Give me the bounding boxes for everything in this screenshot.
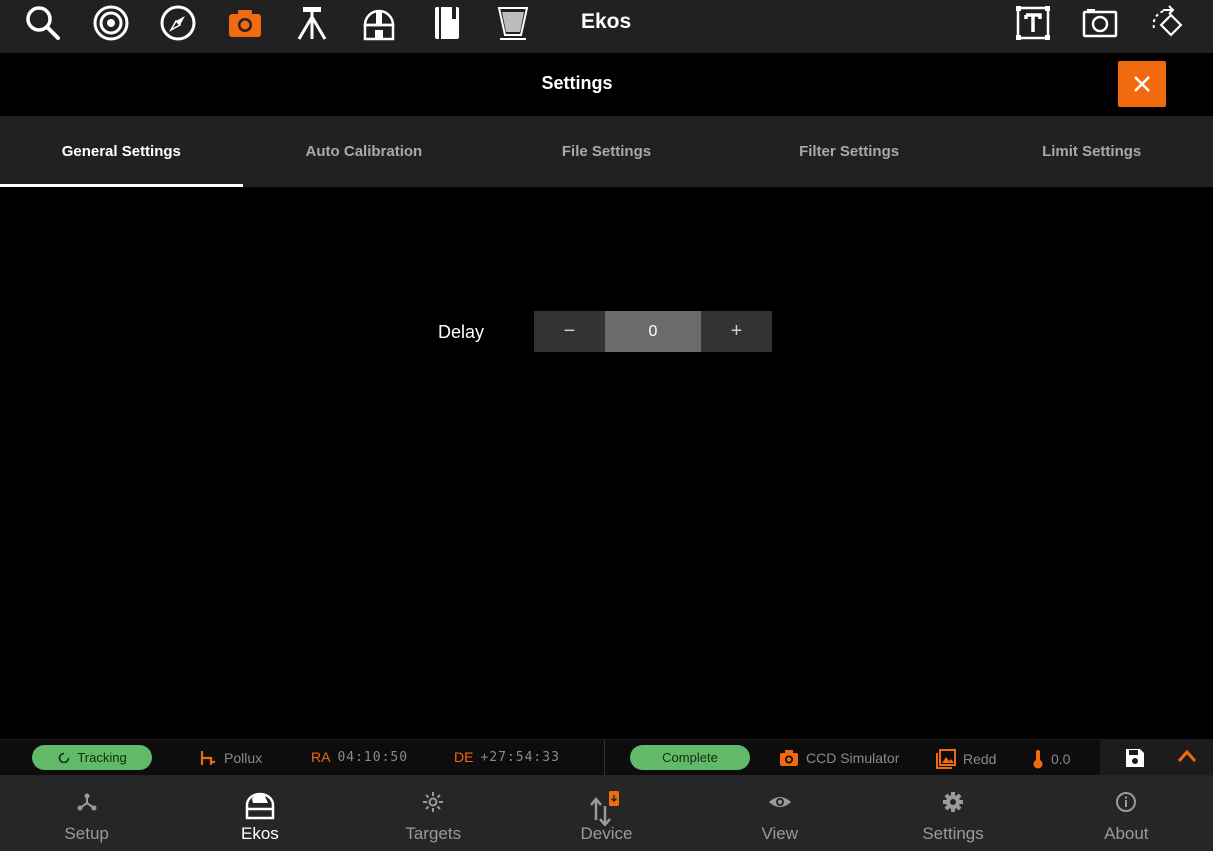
- nav-item-settings[interactable]: Settings: [866, 775, 1039, 851]
- nav-label-device: Device: [580, 824, 633, 843]
- target-name: Pollux: [224, 750, 263, 766]
- top-toolbar: Ekos: [0, 0, 1213, 53]
- nav-item-ekos[interactable]: Ekos: [173, 775, 346, 851]
- search-icon[interactable]: [24, 4, 62, 42]
- nav-item-view[interactable]: View: [693, 775, 866, 851]
- delay-decrement-button[interactable]: −: [534, 311, 605, 352]
- filter-status: Redd: [936, 749, 996, 769]
- settings-header: Settings: [0, 53, 1213, 116]
- nav-item-about[interactable]: About: [1040, 775, 1213, 851]
- nav-label-about: About: [1104, 824, 1149, 843]
- info-icon: [1114, 790, 1138, 824]
- delay-stepper: − 0 +: [534, 311, 772, 352]
- camera-small-icon: [779, 749, 799, 767]
- save-icon[interactable]: [1125, 748, 1145, 768]
- de-readout: DE +27:54:33: [454, 749, 560, 765]
- camera-icon[interactable]: [226, 4, 264, 42]
- nav-item-targets[interactable]: Targets: [347, 775, 520, 851]
- camera-name: CCD Simulator: [806, 750, 900, 766]
- camera-status: CCD Simulator: [779, 749, 899, 767]
- status-actions: [1100, 740, 1213, 775]
- de-label: DE: [454, 749, 474, 765]
- nav-label-ekos: Ekos: [241, 824, 279, 843]
- close-button[interactable]: [1118, 61, 1166, 107]
- ra-label: RA: [311, 749, 331, 765]
- delay-increment-button[interactable]: +: [701, 311, 772, 352]
- tab-file-settings[interactable]: File Settings: [485, 116, 728, 187]
- tripod-icon[interactable]: [293, 4, 331, 42]
- rotate-icon[interactable]: [1148, 4, 1186, 42]
- target-status: Pollux: [199, 749, 262, 767]
- ra-value: 04:10:50: [337, 749, 409, 765]
- filter-name: Redd: [963, 751, 997, 767]
- observatory-icon[interactable]: [360, 4, 398, 42]
- nav-item-setup[interactable]: Setup: [0, 775, 173, 851]
- chevron-up-icon[interactable]: [1177, 749, 1197, 763]
- bottom-nav: Setup Ekos Targets Device View Settings: [0, 775, 1213, 851]
- tab-auto-calibration[interactable]: Auto Calibration: [243, 116, 486, 187]
- nav-label-view: View: [761, 824, 799, 843]
- delay-label: Delay: [438, 322, 485, 342]
- tab-general-settings[interactable]: General Settings: [0, 116, 243, 187]
- nav-label-settings: Settings: [922, 824, 984, 843]
- ra-readout: RA 04:10:50: [311, 749, 408, 765]
- close-icon: [1133, 75, 1151, 93]
- filter-icon[interactable]: [494, 4, 532, 42]
- nav-label-targets: Targets: [405, 824, 462, 843]
- mount-icon: [199, 749, 217, 767]
- gear-icon: [941, 790, 965, 824]
- capture-status-label: Complete: [662, 750, 718, 765]
- status-bar: Tracking Pollux RA 04:10:50 DE +27:54:33…: [0, 739, 1213, 775]
- eye-icon: [767, 790, 793, 824]
- text-frame-icon[interactable]: [1014, 4, 1052, 42]
- de-value: +27:54:33: [480, 749, 560, 765]
- ekos-dome-icon: [244, 790, 276, 824]
- image-frame-icon[interactable]: [1081, 4, 1119, 42]
- tracking-label: Tracking: [77, 750, 127, 765]
- tracking-status-badge[interactable]: Tracking: [32, 745, 152, 770]
- targets-icon: [421, 790, 445, 824]
- refresh-icon: [57, 751, 71, 765]
- target-icon[interactable]: [92, 4, 130, 42]
- settings-tabs: General Settings Auto Calibration File S…: [0, 116, 1213, 187]
- temperature-status: 0.0: [1032, 749, 1070, 769]
- settings-title: Settings: [541, 73, 613, 93]
- image-filter-icon: [936, 749, 956, 769]
- device-transfer-icon: [588, 790, 624, 826]
- status-divider: [604, 740, 605, 775]
- nav-item-device[interactable]: Device: [520, 775, 693, 851]
- delay-value-field[interactable]: 0: [605, 311, 701, 352]
- capture-status-badge[interactable]: Complete: [630, 745, 750, 770]
- setup-icon: [75, 790, 99, 824]
- nav-label-setup: Setup: [64, 824, 109, 843]
- compass-icon[interactable]: [159, 4, 197, 42]
- tab-filter-settings[interactable]: Filter Settings: [728, 116, 971, 187]
- thermometer-icon: [1032, 749, 1044, 769]
- tab-limit-settings[interactable]: Limit Settings: [970, 116, 1213, 187]
- app-title: Ekos: [581, 10, 632, 33]
- temperature-value: 0.0: [1051, 751, 1071, 767]
- notebook-icon[interactable]: [427, 4, 465, 42]
